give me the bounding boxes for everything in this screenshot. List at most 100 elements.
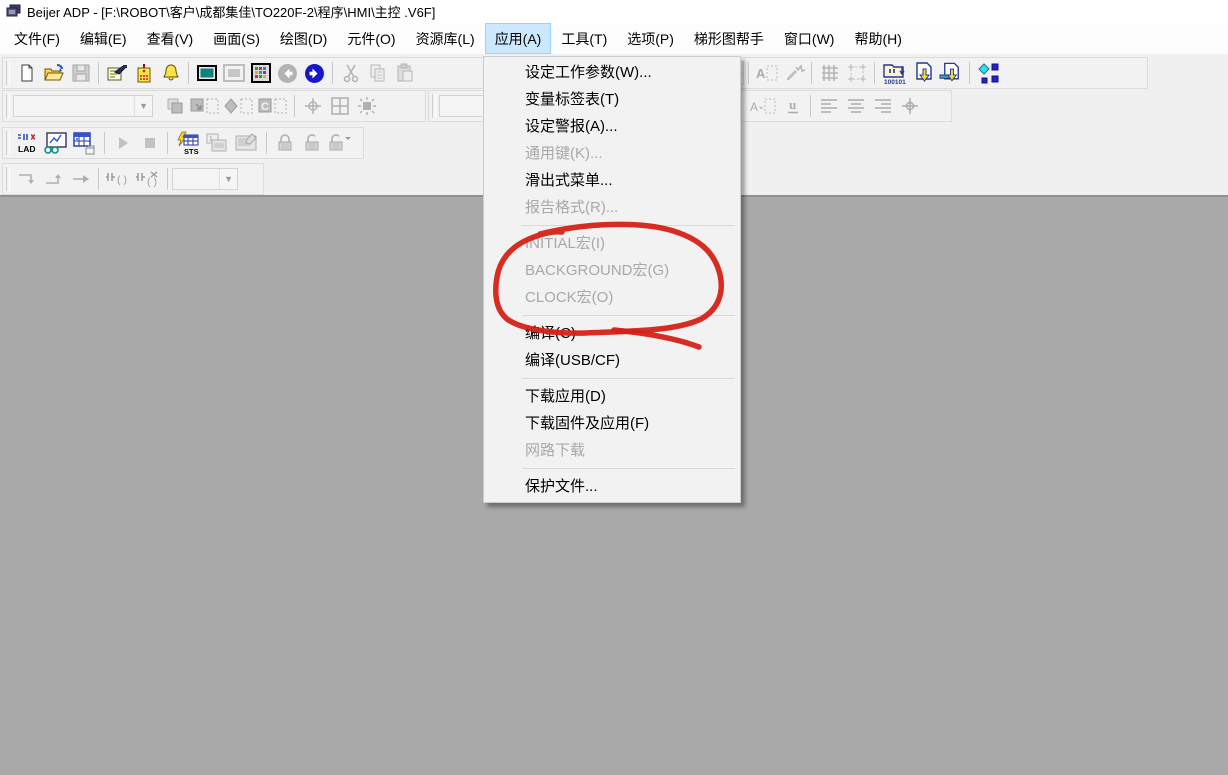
next-screen-button[interactable] [301,60,328,87]
align-center-button[interactable] [842,93,869,120]
tag-table-button[interactable] [130,60,157,87]
menu-item[interactable]: 通用键(K)... [484,140,740,167]
contact-closed-button[interactable]: () [133,166,163,193]
work-parameters-button[interactable] [103,60,130,87]
ladder-editor-button[interactable]: LAD [13,130,40,157]
menubar-item[interactable]: 文件(F) [4,23,70,54]
menu-item[interactable]: 变量标签表(T) [484,86,740,113]
shape-to-object-button[interactable] [222,93,256,120]
menu-item[interactable]: INITIAL宏(I) [484,230,740,257]
center-object-button[interactable] [353,93,380,120]
previous-screen-button[interactable] [274,60,301,87]
window-editor-button[interactable] [220,60,247,87]
text-element-button[interactable]: A [753,60,780,87]
menubar-item[interactable]: 编辑(E) [70,23,137,54]
work-parameters-icon [106,63,128,83]
align-left-button[interactable] [815,93,842,120]
menubar-item[interactable]: 资源库(L) [406,23,485,54]
text-cursor-button[interactable]: A [747,93,779,120]
align-right-button[interactable] [869,93,896,120]
branch-down-button[interactable] [13,166,40,193]
menubar-item[interactable]: 窗口(W) [774,23,845,54]
cut-button[interactable] [337,60,364,87]
snap-grid-button[interactable] [843,60,870,87]
download-app-button[interactable] [911,60,938,87]
toolbar-grip[interactable] [432,94,436,118]
menu-item[interactable]: 保护文件... [484,473,740,500]
toolbar-separator [969,62,970,84]
menu-item[interactable]: 网路下载 [484,437,740,464]
run-simulation-button[interactable] [109,130,136,157]
menu-item[interactable]: 设定警报(A)... [484,113,740,140]
save-file-icon [71,63,91,83]
download-app-icon [913,61,937,85]
menubar-item[interactable]: 梯形图帮手 [684,23,774,54]
lock-options-button[interactable] [325,130,357,157]
toolbar-grip[interactable] [6,61,10,85]
ladder-combo[interactable]: ▼ [172,168,238,190]
menubar-item[interactable]: 绘图(D) [270,23,337,54]
new-file-icon [17,63,37,83]
copy-table-button[interactable] [70,130,100,157]
screen-manager-button[interactable] [247,60,274,87]
menu-item[interactable]: 编译(C) [484,320,740,347]
screen-keypad-button[interactable] [232,130,262,157]
paste-button[interactable] [391,60,418,87]
menu-item[interactable]: 设定工作参数(W)... [484,59,740,86]
menu-item[interactable]: 编译(USB/CF) [484,347,740,374]
toolbar-grip[interactable] [6,94,10,118]
align-position-button[interactable] [896,93,923,120]
menubar-item[interactable]: 应用(A) [485,23,552,54]
page-one-button[interactable]: 1 [202,130,232,157]
save-file-button[interactable] [67,60,94,87]
menu-item[interactable]: 下载固件及应用(F) [484,410,740,437]
play-icon [115,135,131,151]
grid-toggle-button[interactable] [816,60,843,87]
window-split-button[interactable] [326,93,353,120]
menu-item[interactable]: 报告格式(R)... [484,194,740,221]
menu-separator [522,468,735,469]
menubar-item[interactable]: 画面(S) [203,23,270,54]
line-right-button[interactable] [67,166,94,193]
group-object-button[interactable]: C [256,93,290,120]
toolbar-grip[interactable] [6,167,10,191]
view-monitor-icon [42,131,68,155]
menubar-item[interactable]: 帮助(H) [844,23,911,54]
menu-item[interactable]: BACKGROUND宏(G) [484,257,740,284]
alarm-button[interactable] [157,60,184,87]
toolbar-separator [98,62,99,84]
toolbar-separator [98,168,99,190]
menubar-item[interactable]: 查看(V) [137,23,204,54]
touch-element-button[interactable] [780,60,807,87]
menu-item[interactable]: 下载应用(D) [484,383,740,410]
align-left-icon [819,98,839,114]
branch-up-button[interactable] [40,166,67,193]
unlock-button[interactable] [298,130,325,157]
copy-button[interactable] [364,60,391,87]
new-file-button[interactable] [13,60,40,87]
menu-item[interactable]: CLOCK宏(O) [484,284,740,311]
menubar-item[interactable]: 工具(T) [551,23,617,54]
stop-simulation-button[interactable] [136,130,163,157]
ladder-lad-icon: LAD [15,131,39,155]
menubar-item[interactable]: 选项(P) [617,23,684,54]
menu-item[interactable]: 滑出式菜单... [484,167,740,194]
center-point-button[interactable] [299,93,326,120]
object-style-combo[interactable]: ▼ [13,95,153,117]
replace-object-button[interactable] [188,93,222,120]
menubar-item[interactable]: 元件(O) [337,23,405,54]
view-monitor-button[interactable] [40,130,70,157]
lock-button[interactable] [271,130,298,157]
toolbar-grip[interactable] [6,131,10,155]
lock-icon [276,133,294,153]
underline-button[interactable]: u [779,93,806,120]
contact-open-button[interactable]: () [103,166,133,193]
status-table-button[interactable]: STS [172,130,202,157]
shape-object-icon [224,96,254,116]
download-data-button[interactable]: 100101 [879,60,911,87]
download-firmware-button[interactable] [938,60,965,87]
open-file-button[interactable] [40,60,67,87]
screen-editor-button[interactable] [193,60,220,87]
bring-front-button[interactable] [161,93,188,120]
object-link-button[interactable] [974,60,1001,87]
